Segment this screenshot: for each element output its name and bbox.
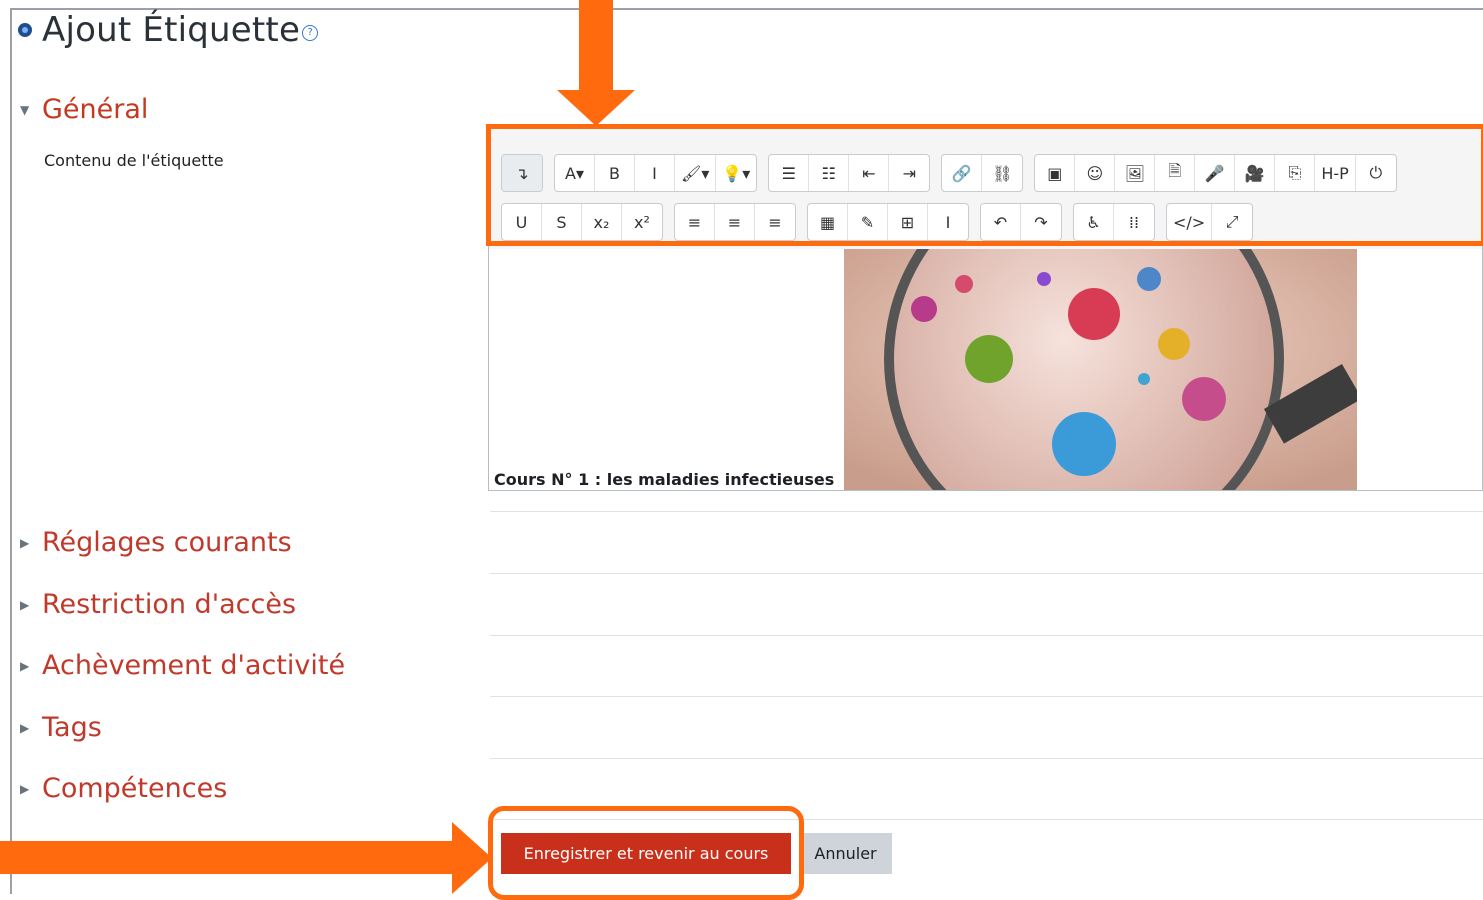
help-icon[interactable]: ? xyxy=(302,25,319,41)
section-restriction-label: Restriction d'accès xyxy=(42,589,297,620)
section-reglages-header[interactable]: ▶ Réglages courants xyxy=(20,527,292,558)
chevron-right-icon: ▶ xyxy=(20,658,30,673)
chevron-right-icon: ▶ xyxy=(20,720,30,735)
chevron-down-icon: ▼ xyxy=(20,102,30,117)
section-tags-header[interactable]: ▶ Tags xyxy=(20,712,102,743)
section-restriction-header[interactable]: ▶ Restriction d'accès xyxy=(20,589,296,620)
content-frame-left xyxy=(10,8,12,894)
divider xyxy=(490,511,1483,512)
page-title: Ajout Étiquette ? xyxy=(18,10,319,50)
label-activity-icon xyxy=(18,23,32,37)
label-content-field-label: Contenu de l'étiquette xyxy=(44,151,224,170)
virus-magnifier-image xyxy=(844,249,1357,490)
section-reglages-label: Réglages courants xyxy=(42,527,292,558)
section-achevement-header[interactable]: ▶ Achèvement d'activité xyxy=(20,650,345,681)
section-general-label: Général xyxy=(42,94,149,125)
arrow-right-icon xyxy=(0,841,455,874)
section-achevement-label: Achèvement d'activité xyxy=(42,650,346,681)
save-highlight-box xyxy=(488,806,804,900)
divider xyxy=(490,573,1483,574)
chevron-right-icon: ▶ xyxy=(20,597,30,612)
divider xyxy=(490,635,1483,636)
section-general-header[interactable]: ▼ Général xyxy=(20,94,148,125)
section-tags-label: Tags xyxy=(42,712,102,743)
arrow-right-head xyxy=(452,822,492,894)
toolbar-highlight-box xyxy=(486,124,1483,246)
cancel-button[interactable]: Annuler xyxy=(799,833,892,874)
chevron-right-icon: ▶ xyxy=(20,781,30,796)
arrow-down-head xyxy=(557,90,635,126)
section-competences-label: Compétences xyxy=(42,773,228,804)
chevron-right-icon: ▶ xyxy=(20,535,30,550)
page-title-text: Ajout Étiquette xyxy=(42,10,301,50)
section-competences-header[interactable]: ▶ Compétences xyxy=(20,773,227,804)
editor-image[interactable] xyxy=(844,249,1357,490)
divider xyxy=(490,758,1483,759)
image-caption: Cours N° 1 : les maladies infectieuses xyxy=(494,470,835,489)
divider xyxy=(490,696,1483,697)
arrow-down-icon xyxy=(579,0,613,92)
